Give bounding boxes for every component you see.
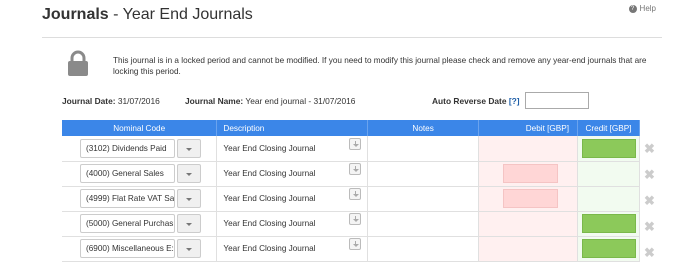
col-credit: Credit [GBP] (577, 120, 641, 136)
nominal-code-cell: (4000) General Sales (62, 161, 218, 187)
journal-name: Journal Name: Year end journal - 31/07/2… (185, 96, 355, 106)
description-text: Year End Closing Journal (223, 143, 316, 153)
nominal-code-select[interactable]: (6900) Miscellaneous E: (80, 239, 175, 258)
description-cell[interactable]: Year End Closing Journal (216, 211, 369, 237)
lock-icon (68, 50, 88, 76)
description-text: Year End Closing Journal (223, 219, 316, 228)
auto-reverse-date-input[interactable] (525, 92, 589, 109)
download-arrow-icon[interactable] (349, 163, 362, 175)
description-text: Year End Closing Journal (223, 169, 316, 178)
lock-message: This journal is in a locked period and c… (113, 56, 647, 76)
nominal-code-select[interactable]: (3102) Dividends Paid (80, 138, 175, 158)
question-icon: ? (628, 4, 637, 13)
table-row: (4000) General Sales Year End Closing Jou… (62, 161, 641, 187)
delete-row-icon[interactable]: ✖ (644, 141, 655, 157)
nominal-code-select[interactable]: (4000) General Sales (80, 164, 175, 183)
journal-name-label: Journal Name: (185, 96, 244, 106)
chevron-down-icon[interactable] (177, 138, 201, 158)
col-description: Description (216, 120, 369, 136)
page-title: Journals - Year End Journals (42, 6, 253, 24)
description-cell[interactable]: Year End Closing Journal (216, 136, 369, 162)
credit-amount[interactable] (581, 138, 636, 158)
debit-cell[interactable] (478, 211, 578, 237)
auto-reverse-label: Auto Reverse Date (432, 96, 507, 106)
table-row: (4999) Flat Rate VAT Sa Year End Closing … (62, 186, 641, 212)
description-text: Year End Closing Journal (223, 194, 316, 203)
table-row: (6900) Miscellaneous E: Year End Closing … (62, 236, 641, 262)
page-title-main: Journals (42, 6, 109, 23)
page-title-sub: - Year End Journals (113, 6, 253, 23)
download-arrow-icon[interactable] (349, 188, 362, 200)
credit-cell[interactable] (577, 236, 641, 262)
notes-cell[interactable] (367, 161, 480, 187)
credit-cell[interactable] (577, 186, 641, 212)
table-header-row: Nominal Code Description Notes Debit [GB… (62, 120, 641, 136)
download-arrow-icon[interactable] (349, 238, 362, 250)
debit-cell[interactable] (478, 136, 578, 162)
nominal-code-select[interactable]: (4999) Flat Rate VAT Sa (80, 189, 175, 208)
help-link[interactable]: ? Help (628, 4, 656, 13)
credit-amount[interactable] (581, 214, 636, 233)
debit-cell[interactable] (478, 186, 578, 212)
credit-cell[interactable] (577, 211, 641, 237)
table-row: (3102) Dividends Paid Year End Closing Jo… (62, 136, 641, 162)
journal-lines-table: Nominal Code Description Notes Debit [GB… (62, 120, 641, 262)
help-label: Help (639, 4, 656, 13)
notes-cell[interactable] (367, 211, 480, 237)
delete-row-icon[interactable]: ✖ (644, 219, 655, 235)
nominal-code-cell: (5000) General Purchas (62, 211, 218, 237)
journal-date-label: Journal Date: (62, 96, 116, 106)
auto-reverse-date: Auto Reverse Date [?] (432, 96, 520, 106)
notes-cell[interactable] (367, 136, 480, 162)
chevron-down-icon[interactable] (177, 214, 201, 233)
header-divider (42, 37, 662, 38)
description-cell[interactable]: Year End Closing Journal (216, 186, 369, 212)
journal-date-value: 31/07/2016 (117, 96, 160, 106)
delete-row-icon[interactable]: ✖ (644, 245, 655, 261)
chevron-down-icon[interactable] (177, 189, 201, 208)
journal-date: Journal Date: 31/07/2016 (62, 96, 160, 106)
col-notes: Notes (367, 120, 480, 136)
col-debit: Debit [GBP] (478, 120, 578, 136)
debit-cell[interactable] (478, 236, 578, 262)
debit-amount[interactable] (503, 189, 559, 208)
auto-reverse-help-link[interactable]: [?] (509, 96, 520, 106)
credit-cell[interactable] (577, 161, 641, 187)
description-cell[interactable]: Year End Closing Journal (216, 161, 369, 187)
nominal-code-cell: (4999) Flat Rate VAT Sa (62, 186, 218, 212)
table-row: (5000) General Purchas Year End Closing J… (62, 211, 641, 237)
delete-row-icon[interactable]: ✖ (644, 193, 655, 209)
notes-cell[interactable] (367, 186, 480, 212)
description-text: Year End Closing Journal (223, 244, 316, 253)
debit-amount[interactable] (503, 164, 559, 183)
journal-name-value: Year end journal - 31/07/2016 (245, 96, 356, 106)
description-cell[interactable]: Year End Closing Journal (216, 236, 369, 262)
download-arrow-icon[interactable] (349, 137, 362, 150)
credit-cell[interactable] (577, 136, 641, 162)
col-nominal-code: Nominal Code (62, 120, 218, 136)
notes-cell[interactable] (367, 236, 480, 262)
nominal-code-cell: (3102) Dividends Paid (62, 136, 218, 162)
chevron-down-icon[interactable] (177, 164, 201, 183)
debit-cell[interactable] (478, 161, 578, 187)
download-arrow-icon[interactable] (349, 213, 362, 225)
nominal-code-select[interactable]: (5000) General Purchas (80, 214, 175, 233)
credit-amount[interactable] (581, 239, 636, 258)
chevron-down-icon[interactable] (177, 239, 201, 258)
delete-row-icon[interactable]: ✖ (644, 167, 655, 183)
nominal-code-cell: (6900) Miscellaneous E: (62, 236, 218, 262)
